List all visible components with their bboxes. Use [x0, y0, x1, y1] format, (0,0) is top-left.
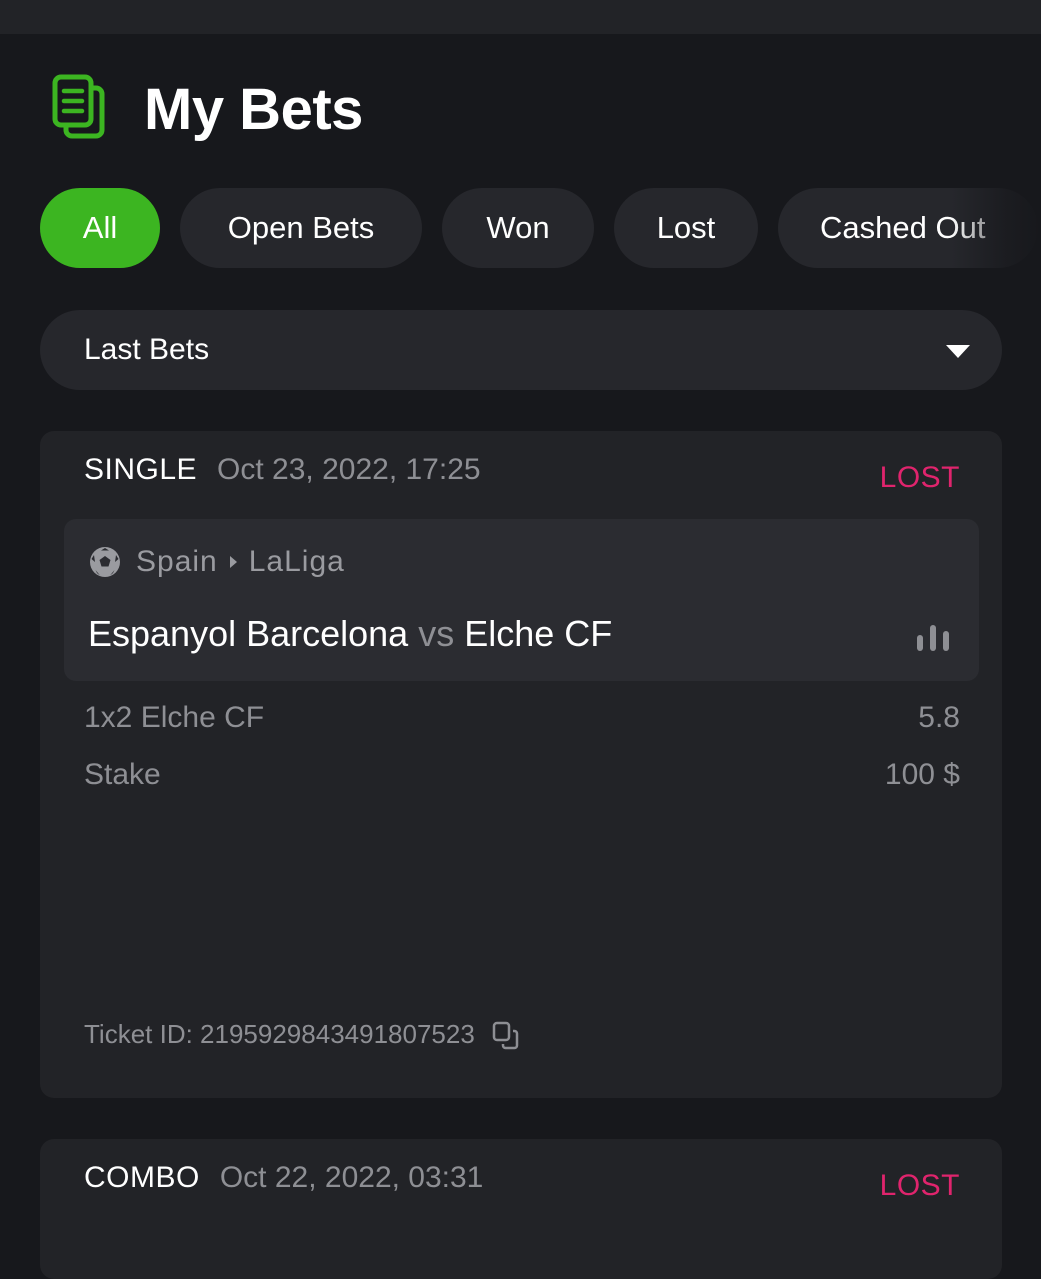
page-header: My Bets: [52, 74, 363, 144]
bets-document-icon: [52, 74, 105, 139]
selection-label: 1x2 Elche CF: [84, 701, 265, 734]
tab-lost[interactable]: Lost: [614, 188, 758, 268]
home-team: Espanyol Barcelona: [88, 613, 409, 654]
event-league-name: LaLiga: [248, 545, 345, 578]
selection-row: 1x2 Elche CF 5.8: [84, 701, 960, 735]
event-league: Spain LaLiga: [88, 545, 345, 579]
stake-value: 100 $: [884, 758, 960, 791]
away-team: Elche CF: [464, 613, 613, 654]
tab-open-bets[interactable]: Open Bets: [180, 188, 422, 268]
bet-card-header: SINGLE Oct 23, 2022, 17:25: [84, 453, 481, 487]
status-badge: LOST: [879, 1169, 960, 1202]
versus-label: vs: [418, 613, 455, 654]
page-title: My Bets: [144, 76, 363, 142]
period-dropdown-value: Last Bets: [84, 333, 210, 366]
bet-date: Oct 22, 2022, 03:31: [219, 1161, 484, 1194]
tab-won[interactable]: Won: [442, 188, 594, 268]
bet-card[interactable]: SINGLE Oct 23, 2022, 17:25 LOST Spain La…: [40, 431, 1002, 1098]
period-dropdown[interactable]: Last Bets: [40, 310, 1002, 390]
status-badge: LOST: [879, 461, 960, 494]
tab-cashed-out[interactable]: Cashed Out: [778, 188, 1038, 268]
event-country: Spain: [136, 545, 218, 578]
event-panel[interactable]: Spain LaLiga Espanyol Barcelona vs Elche C…: [64, 519, 979, 681]
event-match: Espanyol Barcelona vs Elche CF: [88, 613, 612, 655]
ticket-id: Ticket ID: 2195929843491807523: [84, 1019, 521, 1050]
bet-type: COMBO: [84, 1161, 200, 1194]
soccer-ball-icon: [90, 547, 120, 577]
statistics-icon[interactable]: [917, 623, 951, 651]
bet-card-header: COMBO Oct 22, 2022, 03:31: [84, 1161, 483, 1195]
selection-odds: 5.8: [918, 701, 960, 734]
caret-down-icon: [946, 344, 970, 358]
bet-card[interactable]: COMBO Oct 22, 2022, 03:31 LOST: [40, 1139, 1002, 1279]
bet-filter-tabs: All Open Bets Won Lost Cashed Out: [40, 188, 1041, 270]
stake-row: Stake 100 $: [84, 758, 960, 792]
bet-date: Oct 23, 2022, 17:25: [217, 453, 481, 486]
top-bar: [0, 0, 1041, 34]
copy-icon[interactable]: [491, 1020, 521, 1050]
bet-type: SINGLE: [84, 453, 198, 486]
tab-all[interactable]: All: [40, 188, 160, 268]
breadcrumb-arrow-icon: [229, 556, 237, 568]
ticket-id-text: Ticket ID: 2195929843491807523: [84, 1019, 475, 1049]
stake-label: Stake: [84, 758, 161, 791]
